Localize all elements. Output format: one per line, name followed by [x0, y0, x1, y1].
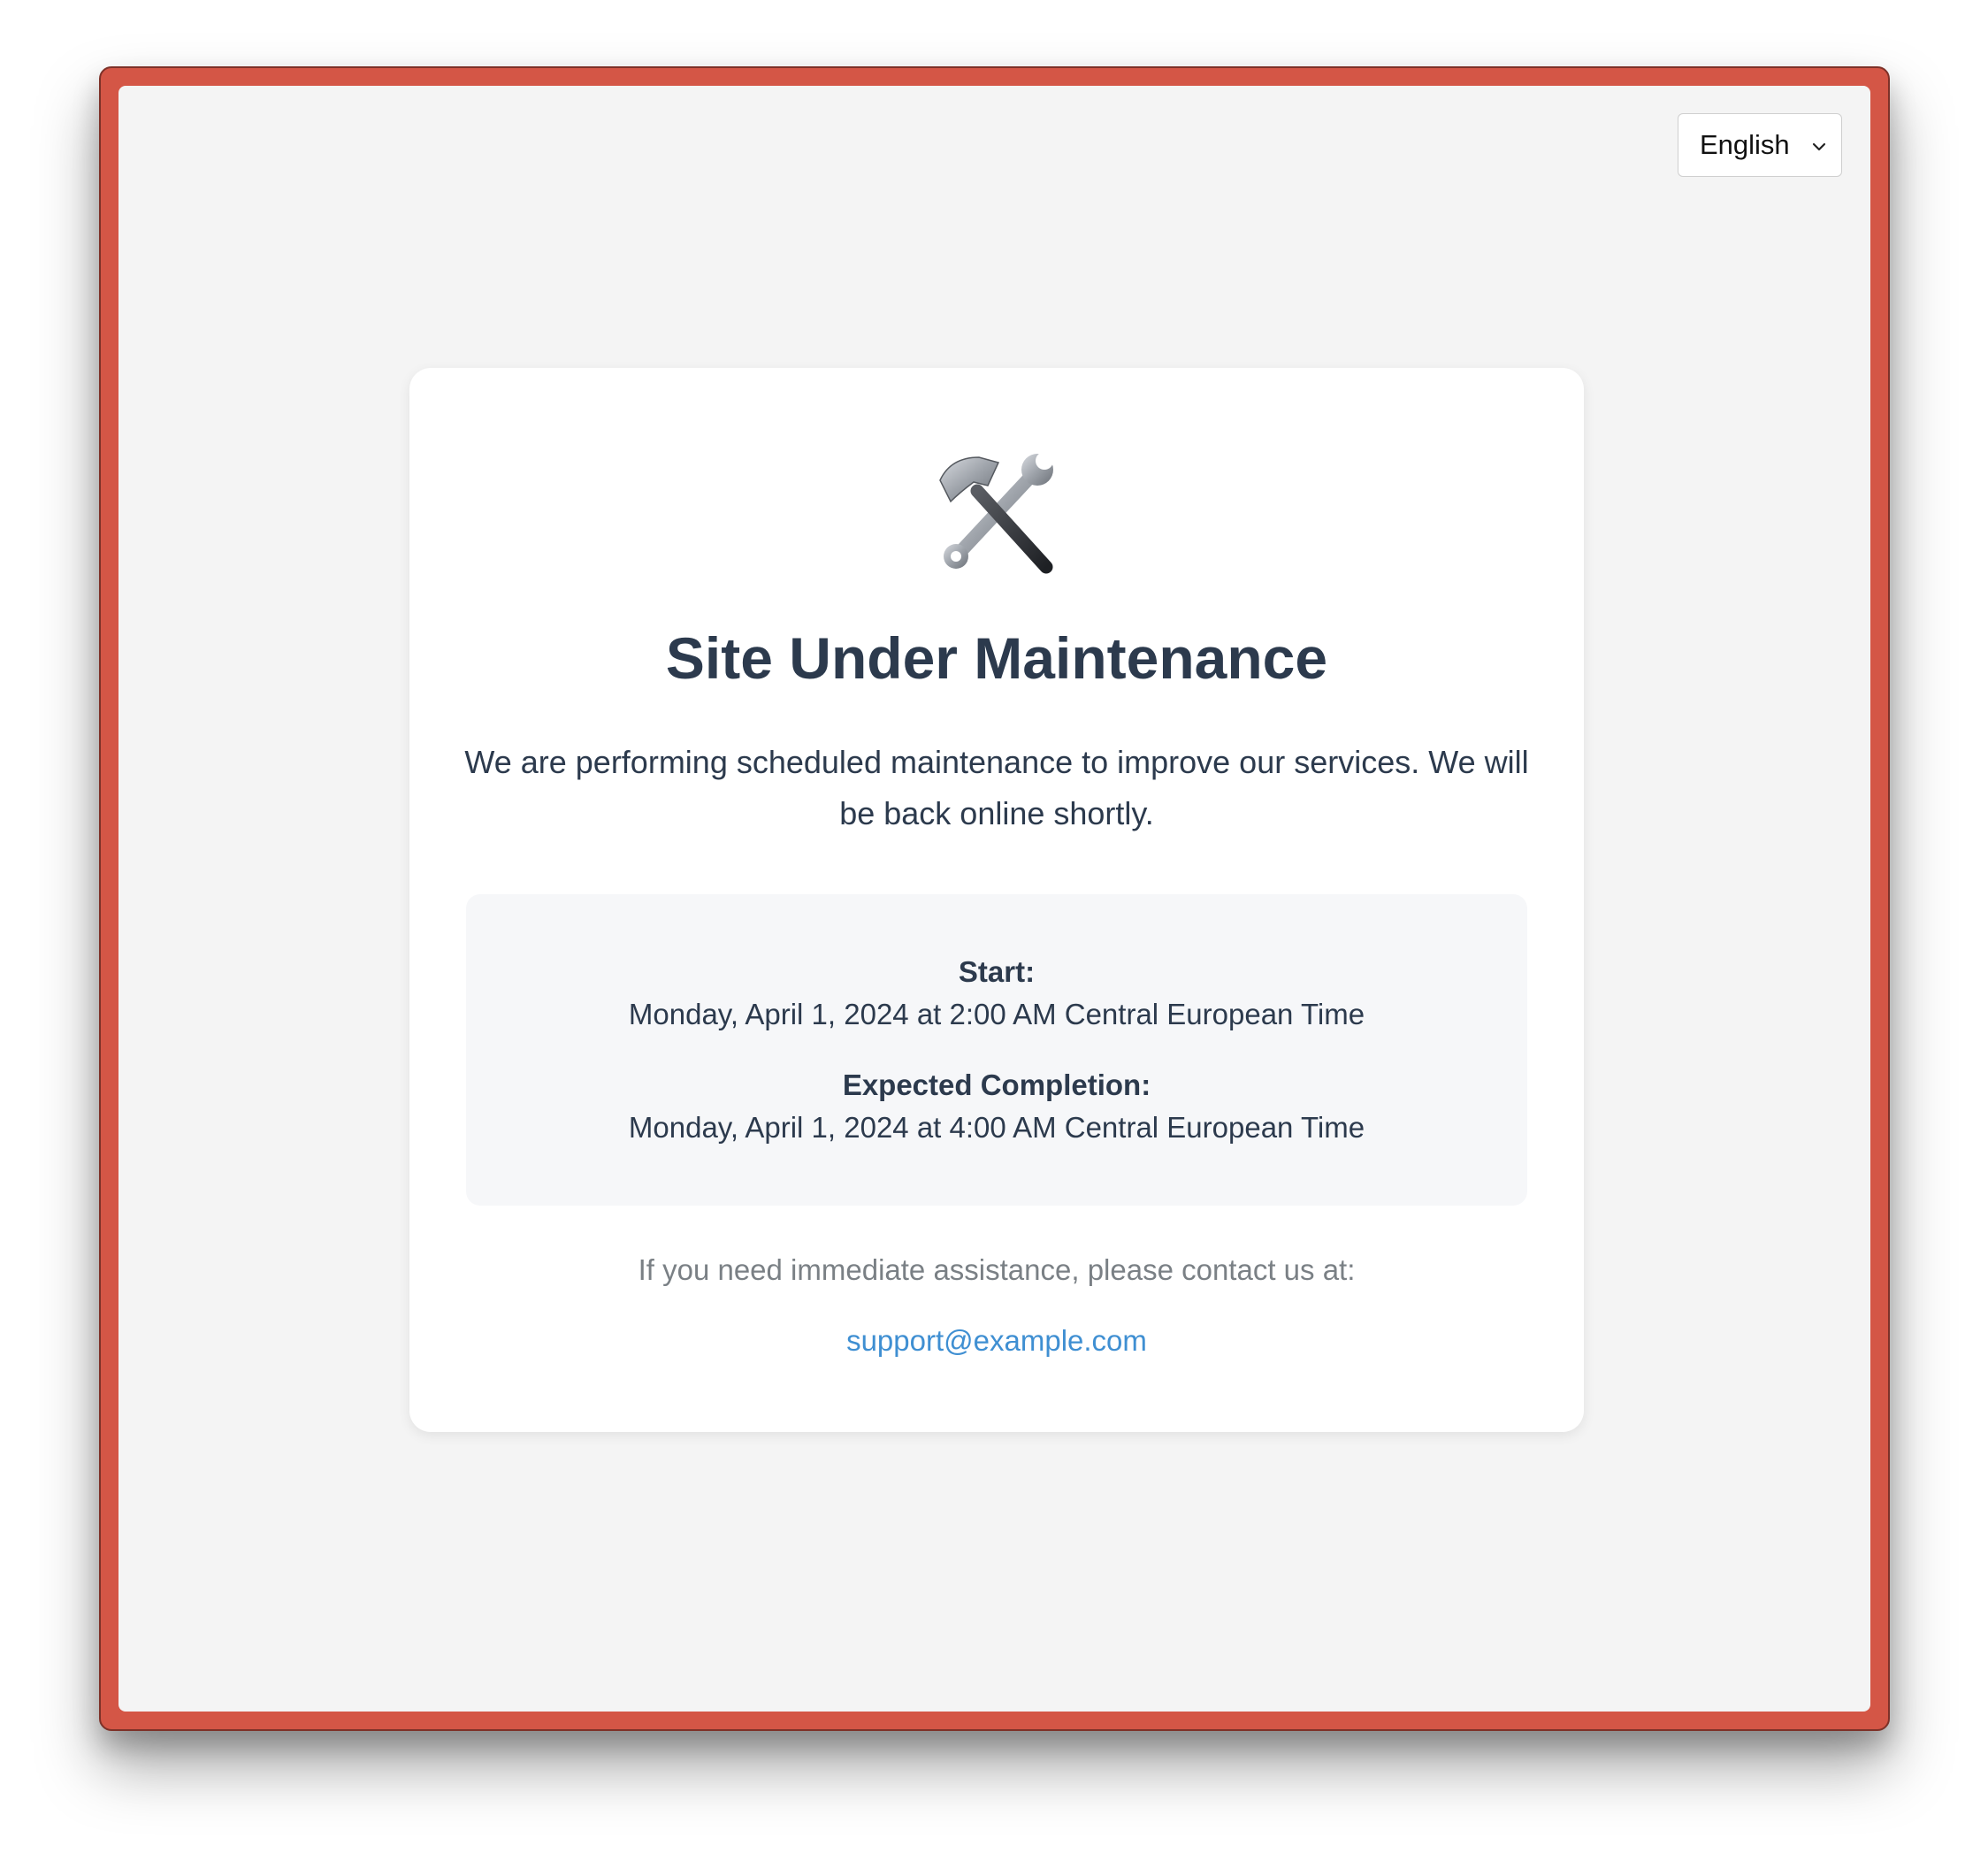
page-viewport: English Site Under Maintenance We are pe… [119, 86, 1870, 1712]
hammer-and-wrench-icon [939, 452, 1053, 574]
language-select-value: English [1700, 129, 1790, 160]
support-email-link[interactable]: support@example.com [409, 1324, 1584, 1358]
page-title: Site Under Maintenance [665, 625, 1328, 691]
language-select[interactable]: English [1678, 113, 1842, 177]
chevron-down-icon [1812, 142, 1826, 151]
start-value: Monday, April 1, 2024 at 2:00 AM Central… [628, 998, 1365, 1030]
schedule-panel: Start: Monday, April 1, 2024 at 2:00 AM … [466, 894, 1527, 1206]
start-label: Start: [958, 955, 1036, 988]
browser-window-frame: English Site Under Maintenance We are pe… [99, 66, 1890, 1731]
completion-label: Expected Completion: [842, 1068, 1151, 1101]
maintenance-card: Site Under Maintenance We are performing… [409, 368, 1584, 1432]
assistance-text: If you need immediate assistance, please… [638, 1253, 1356, 1286]
completion-value: Monday, April 1, 2024 at 4:00 AM Central… [628, 1111, 1365, 1144]
maintenance-message: We are performing scheduled maintenance … [464, 744, 1529, 831]
